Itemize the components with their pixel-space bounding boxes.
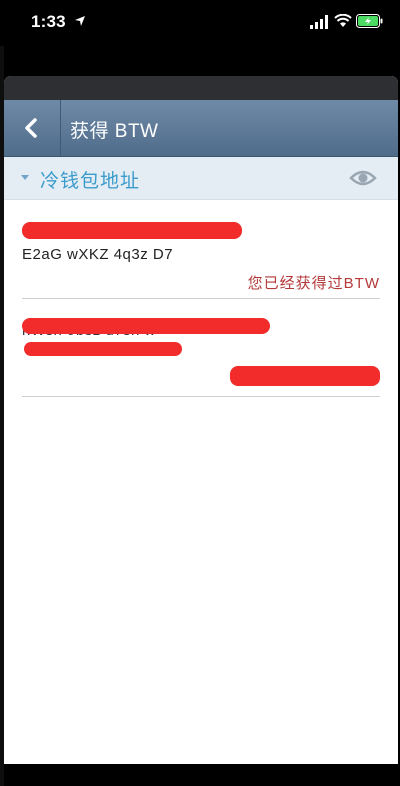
redaction-bar [24,342,182,356]
modal-sheet: 获得 BTW 冷钱包地址 E2aG wXKZ 4q3z D7 您已经获得过BTW… [4,76,398,764]
location-arrow-icon [75,16,85,26]
redaction-bar [22,222,242,239]
list-item[interactable]: E2aG wXKZ 4q3z D7 您已经获得过BTW [22,200,380,299]
section-title: 冷钱包地址 [40,171,141,192]
wallet-status: 您已经获得过BTW [247,275,380,292]
status-bar: 1:33 [0,0,400,48]
section-header-cold-wallet[interactable]: 冷钱包地址 [4,157,398,200]
wifi-icon [334,14,352,27]
eye-icon[interactable] [349,168,377,188]
battery-charging-icon [356,14,383,28]
redaction-bar [22,318,270,334]
redaction-bar [230,366,380,386]
page-title: 获得 BTW [70,121,159,142]
signal-icon [310,15,328,29]
navigation-bar: 获得 BTW [4,100,398,157]
status-time: 1:33 [31,12,66,31]
chevron-down-icon [21,175,29,180]
back-button[interactable] [4,100,61,156]
list-item[interactable]: hWsh 9bsz d7sh w [22,298,380,397]
sheet-top-strip [4,76,398,100]
wallet-address: E2aG wXKZ 4q3z D7 [22,246,174,263]
chevron-left-icon [25,118,37,138]
